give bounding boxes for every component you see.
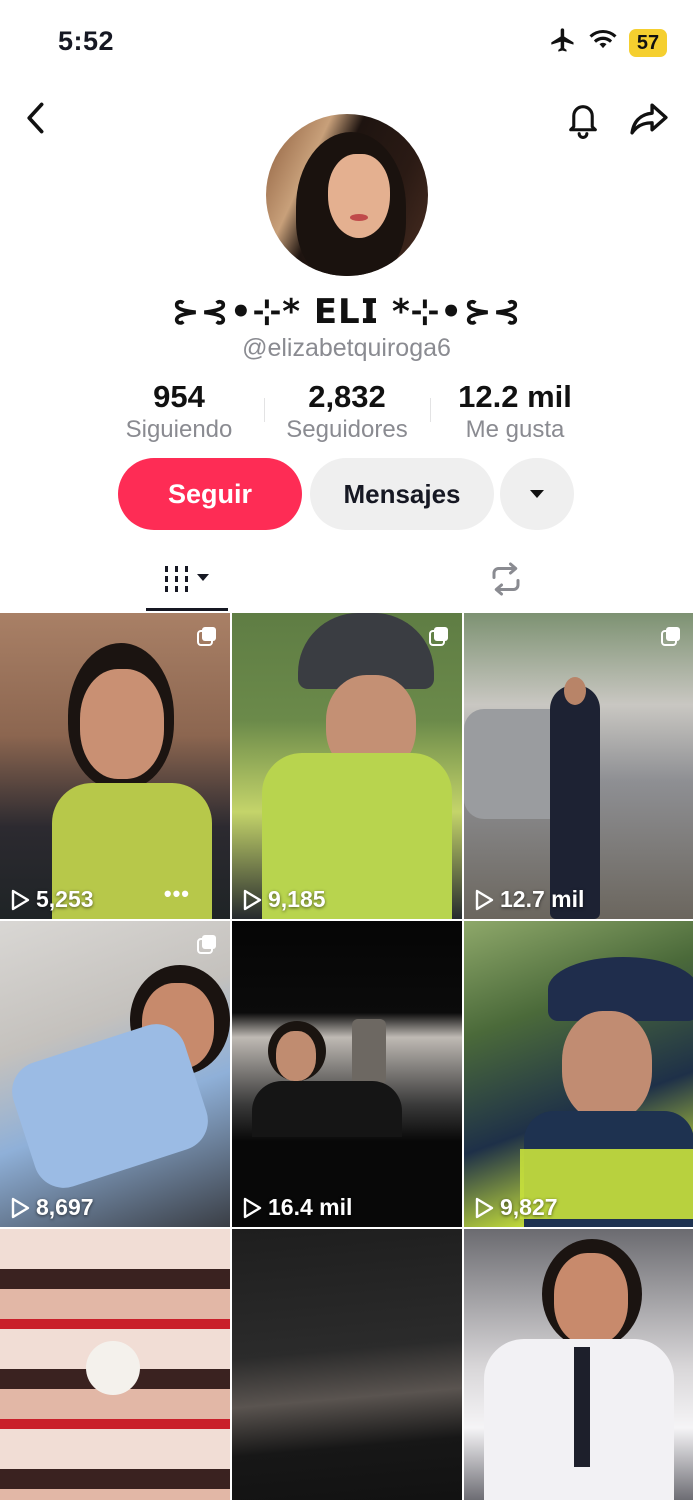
multi-photo-icon (428, 625, 450, 647)
video-thumbnail[interactable] (464, 1229, 693, 1500)
play-icon (11, 889, 30, 910)
active-tab-indicator (146, 608, 228, 611)
view-count-text: 9,827 (500, 1194, 558, 1220)
video-thumbnail[interactable]: 12.7 mil (464, 613, 693, 919)
tab-videos[interactable] (146, 548, 228, 610)
stat-likes[interactable]: 12.2 mil Me gusta (440, 378, 590, 444)
message-button[interactable]: Mensajes (310, 458, 494, 530)
view-count-text: 16.4 mil (268, 1194, 353, 1220)
tab-reposts[interactable] (468, 548, 544, 610)
stat-following-label: Siguiendo (125, 416, 233, 443)
play-icon (11, 1197, 30, 1218)
back-button[interactable] (16, 98, 56, 138)
view-count-text: 8,697 (36, 1194, 94, 1220)
airplane-icon (549, 26, 577, 59)
multi-photo-icon (196, 933, 218, 955)
video-thumbnail[interactable]: 9,827 (464, 921, 693, 1227)
view-count: 12.7 mil (474, 886, 584, 913)
avatar-lips (350, 214, 368, 221)
video-thumbnail[interactable]: 16.4 mil (232, 921, 462, 1227)
multi-photo-icon (660, 625, 682, 647)
view-count-text: 12.7 mil (500, 886, 585, 912)
bell-icon (569, 105, 597, 139)
view-count: 9,185 (242, 886, 326, 913)
wifi-icon (589, 27, 617, 58)
display-name: ⊱⊰•⊹* 𝗘𝗟𝗜 *⊹•⊱⊰ (171, 292, 522, 332)
profile-stats: 954 Siguiendo 2,832 Seguidores 12.2 mil … (0, 378, 693, 444)
play-icon (475, 1197, 494, 1218)
play-icon (475, 889, 494, 910)
more-options-button[interactable] (500, 458, 574, 530)
username: @elizabetquiroga6 (242, 334, 451, 362)
stat-followers-label: Seguidores (286, 416, 408, 443)
stat-divider (264, 398, 265, 422)
view-count: 8,697 (10, 1194, 94, 1221)
notifications-button[interactable] (560, 96, 606, 142)
stat-likes-value: 12.2 mil (458, 379, 572, 414)
stat-following-value: 954 (153, 379, 205, 414)
status-icons: 57 (549, 26, 667, 59)
video-thumbnail[interactable]: ••• 5,253 (0, 613, 230, 919)
follow-button[interactable]: Seguir (118, 458, 302, 530)
play-icon (243, 1197, 262, 1218)
avatar[interactable] (266, 114, 428, 276)
play-icon (243, 889, 262, 910)
caret-down-icon (530, 490, 544, 498)
share-button[interactable] (626, 96, 672, 142)
video-thumbnail[interactable]: 8,697 (0, 921, 230, 1227)
stat-following[interactable]: 954 Siguiendo (104, 378, 254, 444)
stat-divider (430, 398, 431, 422)
view-count: 9,827 (474, 1194, 558, 1221)
more-icon: ••• (163, 881, 190, 906)
status-time: 5:52 (58, 26, 115, 56)
video-thumbnail[interactable] (0, 1229, 230, 1500)
videos-grid-icon (165, 566, 209, 592)
stat-likes-label: Me gusta (465, 416, 565, 443)
repost-icon (492, 562, 520, 596)
battery-icon: 57 (629, 28, 667, 57)
stat-followers[interactable]: 2,832 Seguidores (272, 378, 422, 444)
avatar-face (328, 154, 390, 238)
stat-followers-value: 2,832 (308, 379, 386, 414)
status-bar: 5:52 57 (0, 0, 693, 84)
chevron-left-icon (27, 102, 44, 134)
view-count-text: 5,253 (36, 886, 94, 912)
view-count: 16.4 mil (242, 1194, 352, 1221)
multi-photo-icon (196, 625, 218, 647)
view-count-text: 9,185 (268, 886, 326, 912)
video-thumbnail[interactable]: 9,185 (232, 613, 462, 919)
video-thumbnail[interactable] (232, 1229, 462, 1500)
view-count: 5,253 (10, 886, 94, 913)
share-icon (630, 103, 668, 135)
profile-tabs (0, 548, 693, 612)
